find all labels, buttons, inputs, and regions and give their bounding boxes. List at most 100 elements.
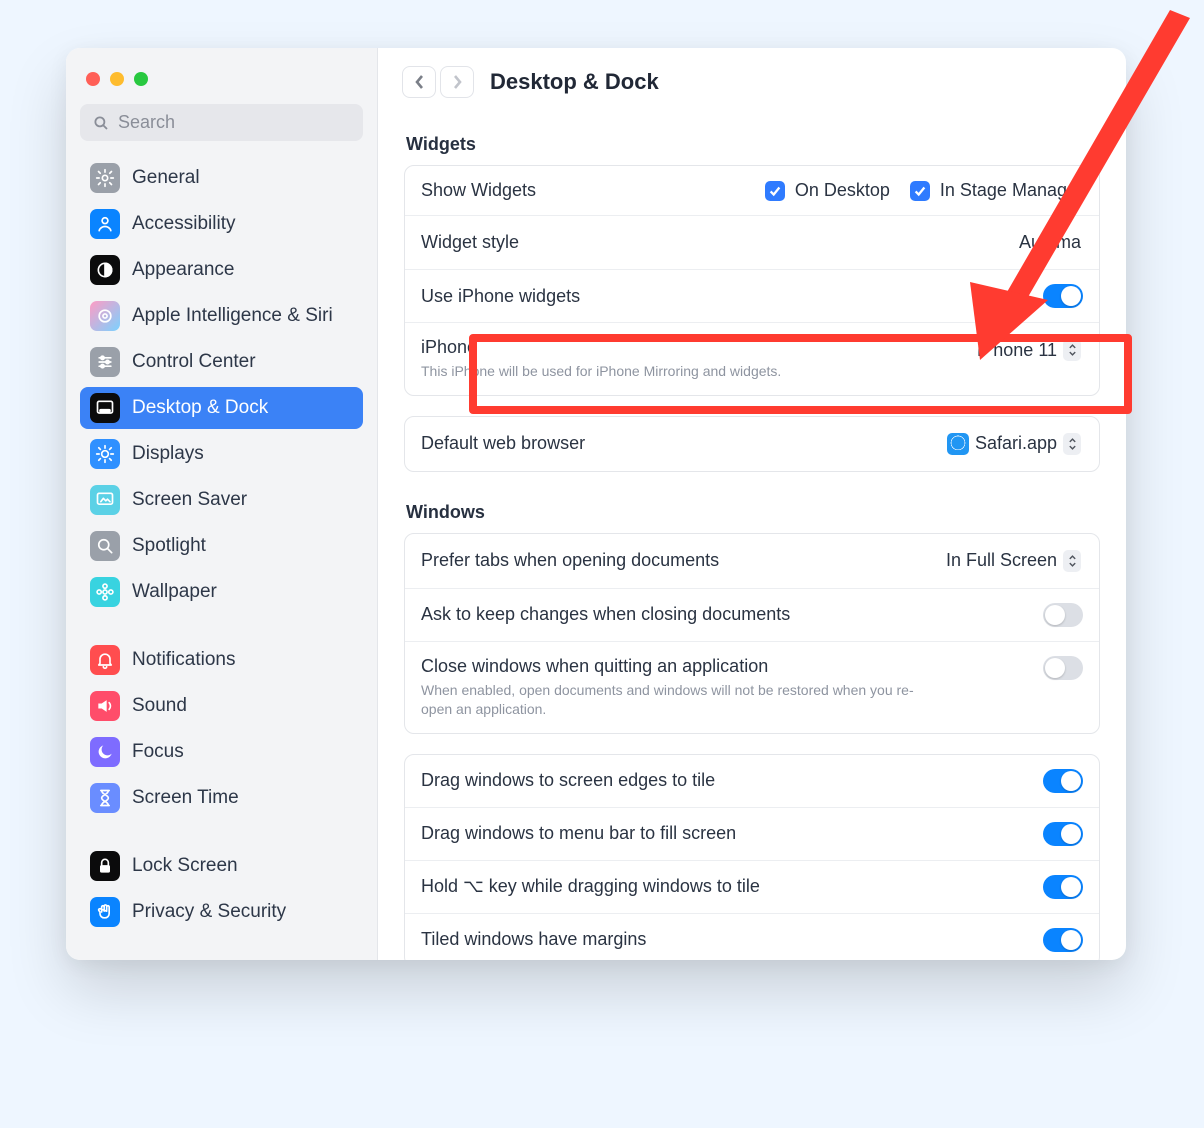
titlebar: Desktop & Dock	[378, 48, 1126, 110]
ai-icon	[90, 301, 120, 331]
windows-card-2: Drag windows to screen edges to tile Dra…	[404, 754, 1100, 960]
updown-chevron-icon	[1063, 433, 1081, 455]
nav-back-button[interactable]	[402, 66, 436, 98]
chevron-left-icon	[414, 74, 425, 90]
sidebar-item-lock-screen[interactable]: Lock Screen	[80, 845, 363, 887]
sidebar-item-label: Control Center	[132, 351, 256, 373]
prefer-tabs-dropdown[interactable]: In Full Screen	[938, 548, 1083, 574]
sidebar-item-control-center[interactable]: Control Center	[80, 341, 363, 383]
sidebar-item-displays[interactable]: Displays	[80, 433, 363, 475]
moon-icon	[90, 737, 120, 767]
label: Show Widgets	[421, 180, 536, 201]
sidebar-item-appearance[interactable]: Appearance	[80, 249, 363, 291]
checkbox-on-desktop[interactable]: On Desktop	[765, 180, 890, 201]
label: Drag windows to screen edges to tile	[421, 770, 715, 791]
search-placeholder: Search	[118, 112, 175, 133]
row-tiled-margins: Tiled windows have margins	[405, 913, 1099, 960]
chevron-right-icon	[452, 74, 463, 90]
sidebar-item-label: Spotlight	[132, 535, 206, 557]
appearance-icon	[90, 255, 120, 285]
sidebar-item-label: Focus	[132, 741, 184, 763]
toggle-close-windows[interactable]	[1043, 656, 1083, 680]
sidebar-item-label: Desktop & Dock	[132, 397, 268, 419]
section-widgets: Widgets	[406, 134, 1100, 155]
row-ask-keep-changes: Ask to keep changes when closing documen…	[405, 588, 1099, 641]
sidebar-item-general[interactable]: General	[80, 157, 363, 199]
safari-icon	[947, 433, 969, 455]
updown-chevron-icon	[1063, 550, 1081, 572]
row-iphone: iPhone This iPhone will be used for iPho…	[405, 322, 1099, 395]
label: Drag windows to menu bar to fill screen	[421, 823, 736, 844]
toggle-ask-keep-changes[interactable]	[1043, 603, 1083, 627]
sidebar-item-notifications[interactable]: Notifications	[80, 639, 363, 681]
sidebar-item-accessibility[interactable]: Accessibility	[80, 203, 363, 245]
hourglass-icon	[90, 783, 120, 813]
row-close-windows-desc: When enabled, open documents and windows…	[421, 681, 941, 719]
label: Hold ⌥ key while dragging windows to til…	[421, 876, 760, 897]
sidebar-item-label: Displays	[132, 443, 204, 465]
widget-style-dropdown[interactable]: Automa	[1011, 230, 1083, 255]
row-default-browser: Default web browser Safari.app	[405, 417, 1099, 471]
sidebar: Search General Accessibility Appearance App…	[66, 48, 378, 960]
browser-card: Default web browser Safari.app	[404, 416, 1100, 472]
person-icon	[90, 209, 120, 239]
row-show-widgets: Show Widgets On Desktop In Stage Manager	[405, 166, 1099, 215]
sidebar-item-screen-saver[interactable]: Screen Saver	[80, 479, 363, 521]
sidebar-item-sound[interactable]: Sound	[80, 685, 363, 727]
browser-dropdown[interactable]: Safari.app	[939, 431, 1083, 457]
content: Widgets Show Widgets On Desktop In Stage…	[378, 110, 1126, 960]
sidebar-item-label: Apple Intelligence & Siri	[132, 305, 333, 327]
sidebar-item-label: Accessibility	[132, 213, 235, 235]
sidebar-item-spotlight[interactable]: Spotlight	[80, 525, 363, 567]
sidebar-item-label: Screen Saver	[132, 489, 247, 511]
sidebar-item-focus[interactable]: Focus	[80, 731, 363, 773]
row-drag-edges: Drag windows to screen edges to tile	[405, 755, 1099, 807]
checkmark-icon	[765, 181, 785, 201]
flower-icon	[90, 577, 120, 607]
sidebar-item-screen-time[interactable]: Screen Time	[80, 777, 363, 819]
page-title: Desktop & Dock	[490, 69, 659, 95]
updown-chevron-icon	[1063, 339, 1081, 361]
sidebar-item-label: Lock Screen	[132, 855, 238, 877]
dock-icon	[90, 393, 120, 423]
toggle-use-iphone-widgets[interactable]	[1043, 284, 1083, 308]
sidebar-item-label: General	[132, 167, 200, 189]
sidebar-item-wallpaper[interactable]: Wallpaper	[80, 571, 363, 613]
row-drag-menu-bar: Drag windows to menu bar to fill screen	[405, 807, 1099, 860]
minimize-window-button[interactable]	[110, 72, 124, 86]
toggle-hold-option[interactable]	[1043, 875, 1083, 899]
sidebar-item-label: Appearance	[132, 259, 234, 281]
label: Close windows when quitting an applicati…	[421, 656, 941, 677]
close-window-button[interactable]	[86, 72, 100, 86]
sidebar-item-label: Screen Time	[132, 787, 239, 809]
sidebar-item-desktop-dock[interactable]: Desktop & Dock	[80, 387, 363, 429]
search-icon	[90, 531, 120, 561]
iphone-dropdown[interactable]: iPhone 11	[969, 337, 1083, 363]
row-close-windows: Close windows when quitting an applicati…	[405, 641, 1099, 733]
sliders-icon	[90, 347, 120, 377]
label: Widget style	[421, 232, 519, 253]
row-iphone-desc: This iPhone will be used for iPhone Mirr…	[421, 362, 781, 381]
screensaver-icon	[90, 485, 120, 515]
main-pane: Desktop & Dock Widgets Show Widgets On D…	[378, 48, 1126, 960]
row-widget-style: Widget style Automa	[405, 215, 1099, 269]
zoom-window-button[interactable]	[134, 72, 148, 86]
hand-icon	[90, 897, 120, 927]
label: Default web browser	[421, 433, 585, 454]
nav-forward-button[interactable]	[440, 66, 474, 98]
section-windows: Windows	[406, 502, 1100, 523]
toggle-drag-menu-bar[interactable]	[1043, 822, 1083, 846]
row-hold-option: Hold ⌥ key while dragging windows to til…	[405, 860, 1099, 913]
search-input[interactable]: Search	[80, 104, 363, 141]
checkbox-in-stage-manager[interactable]: In Stage Manager	[910, 180, 1083, 201]
sidebar-item-privacy-security[interactable]: Privacy & Security	[80, 891, 363, 933]
gear-icon	[90, 163, 120, 193]
lock-icon	[90, 851, 120, 881]
checkmark-icon	[910, 181, 930, 201]
toggle-tiled-margins[interactable]	[1043, 928, 1083, 952]
search-icon	[92, 114, 110, 132]
sidebar-item-apple-intelligence-siri[interactable]: Apple Intelligence & Siri	[80, 295, 363, 337]
label: Tiled windows have margins	[421, 929, 646, 950]
sidebar-item-label: Sound	[132, 695, 187, 717]
toggle-drag-edges[interactable]	[1043, 769, 1083, 793]
